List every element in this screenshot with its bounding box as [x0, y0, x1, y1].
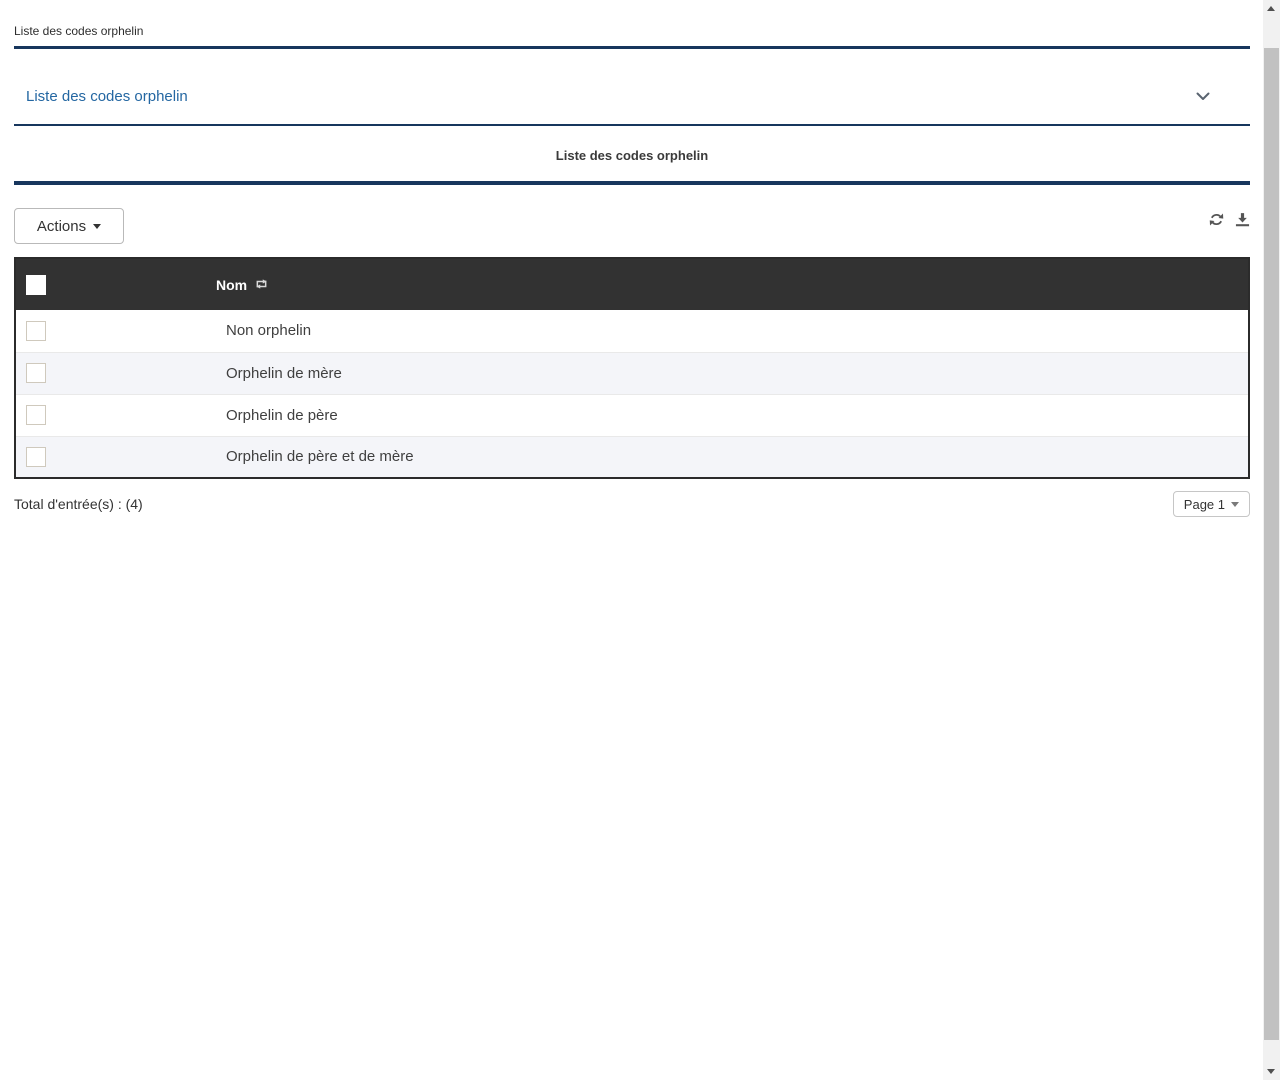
- grid-footer: Total d'entrée(s) : (4) Page 1: [14, 491, 1250, 517]
- breadcrumb: Liste des codes orphelin: [14, 24, 143, 38]
- accordion-header[interactable]: Liste des codes orphelin: [14, 63, 1250, 126]
- row-name: Orphelin de père: [216, 394, 1249, 436]
- scrollbar-thumb[interactable]: [1264, 48, 1279, 1040]
- sort-icon[interactable]: [254, 277, 269, 293]
- actions-button-label: Actions: [37, 218, 86, 235]
- grid-toolbar-icons: [1209, 212, 1250, 227]
- breadcrumb-bar: Liste des codes orphelin: [14, 0, 1250, 49]
- page-content: Liste des codes orphelin Liste des codes…: [14, 0, 1250, 517]
- row-checkbox[interactable]: [26, 363, 46, 383]
- grid-toolbar: Actions: [14, 208, 1250, 244]
- column-header-nom[interactable]: Nom: [216, 277, 269, 293]
- section-title-bar: Liste des codes orphelin: [14, 147, 1250, 185]
- scroll-down-arrow-icon[interactable]: [1267, 1069, 1275, 1074]
- row-checkbox[interactable]: [26, 405, 46, 425]
- row-checkbox[interactable]: [26, 321, 46, 341]
- vertical-scrollbar[interactable]: [1263, 0, 1280, 1080]
- caret-down-icon: [93, 224, 101, 229]
- row-name: Non orphelin: [216, 310, 1249, 352]
- row-name: Orphelin de mère: [216, 352, 1249, 394]
- table-row[interactable]: Non orphelin: [15, 310, 1249, 352]
- row-name: Orphelin de père et de mère: [216, 436, 1249, 478]
- caret-down-icon: [1231, 502, 1239, 507]
- page-title: Liste des codes orphelin: [556, 148, 708, 163]
- table-header-row: Nom: [15, 258, 1249, 310]
- column-header-nom-label: Nom: [216, 277, 247, 293]
- table-row[interactable]: Orphelin de mère: [15, 352, 1249, 394]
- accordion-title: Liste des codes orphelin: [26, 88, 188, 105]
- refresh-icon[interactable]: [1209, 212, 1224, 227]
- page-selector-label: Page 1: [1184, 497, 1225, 512]
- page-selector-button[interactable]: Page 1: [1173, 491, 1250, 517]
- header-nom-cell: Nom: [216, 258, 1249, 310]
- header-select-all-cell: [15, 258, 216, 310]
- codes-orphelin-table: Nom Non orpheli: [14, 257, 1250, 479]
- select-all-checkbox[interactable]: [26, 275, 46, 295]
- actions-button[interactable]: Actions: [14, 208, 124, 244]
- total-entries-label: Total d'entrée(s) : (4): [14, 496, 143, 512]
- table-row[interactable]: Orphelin de père et de mère: [15, 436, 1249, 478]
- chevron-down-icon[interactable]: [1196, 92, 1210, 101]
- download-icon[interactable]: [1235, 212, 1250, 227]
- row-checkbox[interactable]: [26, 447, 46, 467]
- table-row[interactable]: Orphelin de père: [15, 394, 1249, 436]
- scroll-up-arrow-icon[interactable]: [1267, 6, 1275, 11]
